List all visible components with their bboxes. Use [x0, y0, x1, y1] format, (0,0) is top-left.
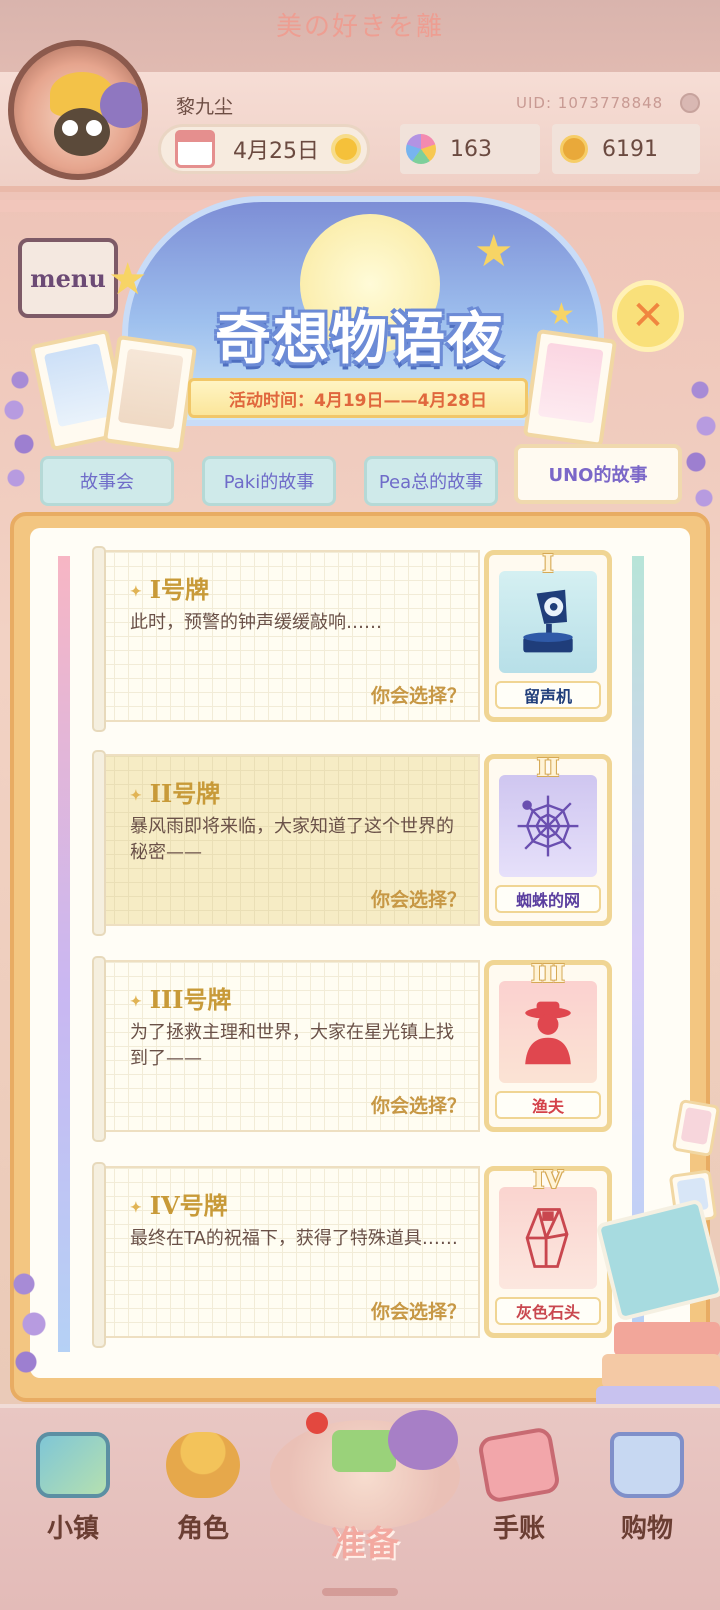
coin-icon — [560, 135, 588, 163]
card-label: 留声机 — [495, 681, 601, 709]
calendar-icon — [175, 130, 215, 168]
nav-journal[interactable]: 手账 — [464, 1426, 574, 1562]
card-label: 蜘蛛的网 — [495, 885, 601, 913]
entry-choose-prompt[interactable]: 你会选择？ — [371, 1091, 466, 1118]
avatar-raccoon-face — [54, 108, 110, 156]
coin-count: 6191 — [602, 136, 658, 162]
gem-counter[interactable]: 163 — [400, 124, 540, 174]
copy-uid-icon[interactable] — [680, 93, 700, 113]
nav-town[interactable]: 小镇 — [18, 1432, 128, 1562]
hat-icon — [388, 1410, 458, 1470]
card-number: IV — [533, 1165, 563, 1194]
fisherman-icon — [525, 1001, 571, 1065]
entry-title: ✦ I号牌 — [130, 575, 209, 604]
player-uid: UID: 1073778848 — [516, 94, 664, 112]
card-label: 渔夫 — [495, 1091, 601, 1119]
nav-shopping[interactable]: 购物 — [592, 1432, 702, 1562]
tab-paki-story[interactable]: Paki的故事 — [202, 456, 336, 506]
tab-story-club[interactable]: 故事会 — [40, 456, 174, 506]
card-art — [499, 775, 597, 877]
sun-weather-icon — [335, 138, 357, 160]
card-number: I — [542, 549, 554, 578]
entry-choose-prompt[interactable]: 你会选择？ — [371, 885, 466, 912]
rainbow-stripe-left — [58, 556, 70, 1352]
card-label: 灰色石头 — [495, 1297, 601, 1325]
player-name: 黎九尘 — [176, 96, 234, 118]
story-tabs: 故事会 Paki的故事 Pea总的故事 UNO的故事 — [40, 444, 690, 506]
card-number: II — [536, 753, 560, 782]
spider-web-icon — [517, 795, 579, 857]
floating-card-icon — [671, 1098, 720, 1158]
lavender-left-icon — [0, 360, 40, 500]
event-time: 活动时间：4月19日——4月28日 — [188, 378, 528, 418]
tarot-card-4[interactable]: IV 灰色石头 — [484, 1165, 612, 1338]
book-stack-icon — [602, 1354, 720, 1388]
card-art — [499, 981, 597, 1083]
entry-description: 最终在TA的祝福下，获得了特殊道具…… — [130, 1228, 458, 1249]
tab-uno-story[interactable]: UNO的故事 — [514, 444, 682, 504]
card-art — [499, 571, 597, 673]
nav-prepare[interactable]: 准备 — [270, 1400, 460, 1580]
nav-label: 准备 — [331, 1524, 399, 1564]
entry-choose-prompt[interactable]: 你会选择？ — [371, 681, 466, 708]
top-banner-text: 美の好きを離 — [275, 12, 444, 42]
sparkle-icon: ✦ — [130, 583, 142, 600]
nav-label: 角色 — [176, 1514, 229, 1544]
shopping-bag-icon — [610, 1432, 684, 1498]
entry-title: ✦ II号牌 — [130, 779, 221, 808]
lavender-bottom-icon — [4, 1264, 64, 1384]
story-entry-3[interactable]: ✦ III号牌 为了拯救主理和世界，大家在星光镇上找到了—— 你会选择？ — [92, 956, 480, 1142]
card-number: III — [531, 959, 565, 988]
close-button[interactable]: ✕ — [612, 280, 684, 352]
bow-icon — [332, 1430, 396, 1472]
coin-counter[interactable]: 6191 — [552, 124, 700, 174]
rainbow-gem-icon — [406, 134, 436, 164]
grey-stone-icon — [525, 1208, 569, 1268]
date-display[interactable]: 4月25日 — [158, 124, 370, 174]
star-icon: ★ — [474, 226, 514, 277]
story-entry-4[interactable]: ✦ IV号牌 最终在TA的祝福下，获得了特殊道具…… 你会选择？ — [92, 1162, 480, 1348]
journal-icon — [476, 1426, 562, 1504]
tarot-card-2[interactable]: II 蜘蛛的网 — [484, 753, 612, 926]
card-art — [499, 1187, 597, 1289]
player-avatar[interactable] — [8, 40, 148, 180]
book-stack-icon — [614, 1322, 720, 1356]
tomato-icon — [306, 1412, 328, 1434]
entry-description: 为了拯救主理和世界，大家在星光镇上找到了—— — [130, 1022, 454, 1069]
nav-label: 手账 — [492, 1514, 545, 1544]
nav-label: 购物 — [620, 1514, 673, 1544]
entry-title: ✦ III号牌 — [130, 985, 232, 1014]
story-entry-2[interactable]: ✦ II号牌 暴风雨即将来临，大家知道了这个世界的秘密—— 你会选择？ — [92, 750, 480, 936]
sparkle-icon: ✦ — [130, 1199, 142, 1216]
entry-title: ✦ IV号牌 — [130, 1191, 228, 1220]
gramophone-icon — [523, 589, 573, 653]
character-icon — [166, 1432, 240, 1498]
sparkle-icon: ✦ — [130, 993, 142, 1010]
entry-description: 暴风雨即将来临，大家知道了这个世界的秘密—— — [130, 816, 454, 863]
map-icon — [36, 1432, 110, 1498]
event-title: 奇想物语夜 — [215, 307, 505, 372]
tarot-card-3[interactable]: III 渔夫 — [484, 959, 612, 1132]
sparkle-icon: ✦ — [130, 787, 142, 804]
entry-description: 此时，预警的钟声缓缓敲响…… — [130, 612, 382, 633]
nav-character[interactable]: 角色 — [148, 1432, 258, 1562]
tab-pea-story[interactable]: Pea总的故事 — [364, 456, 498, 506]
tarot-card-1[interactable]: I 留声机 — [484, 549, 612, 722]
story-entry-1[interactable]: ✦ I号牌 此时，预警的钟声缓缓敲响…… 你会选择？ — [92, 546, 480, 732]
home-indicator[interactable] — [322, 1588, 398, 1596]
entry-choose-prompt[interactable]: 你会选择？ — [371, 1297, 466, 1324]
nav-label: 小镇 — [46, 1514, 99, 1544]
gem-count: 163 — [450, 136, 492, 162]
date-text: 4月25日 — [233, 139, 319, 164]
